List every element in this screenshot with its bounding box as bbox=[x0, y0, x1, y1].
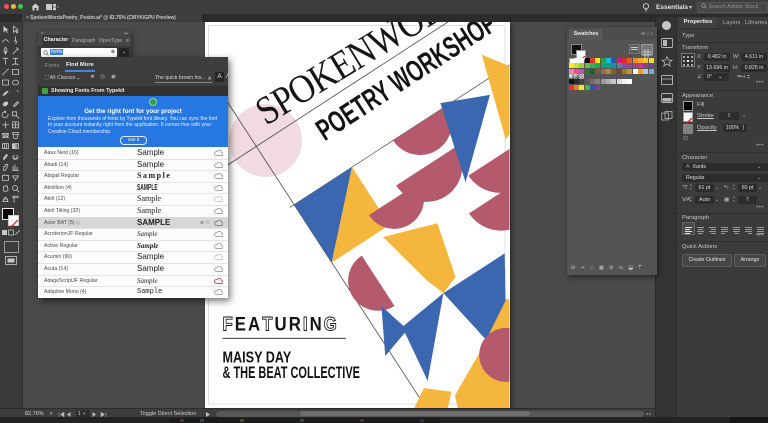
svg-text:& THE BEAT COLLECTIVE: & THE BEAT COLLECTIVE bbox=[223, 362, 360, 381]
svg-text:FEATURING: FEATURING bbox=[223, 313, 339, 334]
